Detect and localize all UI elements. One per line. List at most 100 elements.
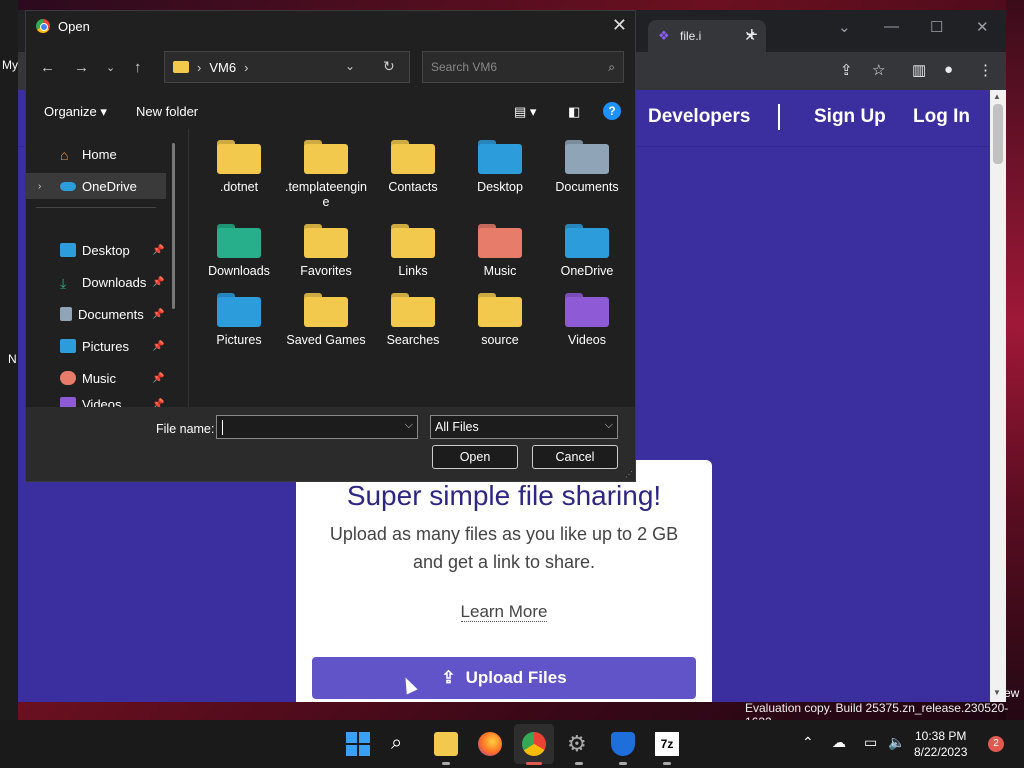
file-item[interactable]: source	[457, 282, 543, 348]
file-item[interactable]: Videos	[544, 282, 630, 348]
search-box[interactable]: Search VM6 ⌕	[422, 51, 624, 83]
file-item[interactable]: Music	[457, 213, 543, 279]
file-item[interactable]: .templateengine	[283, 129, 369, 210]
file-name: OneDrive	[560, 264, 614, 278]
network-icon[interactable]: ▭	[864, 734, 877, 751]
new-folder-button[interactable]: New folder	[136, 104, 198, 119]
refresh-icon[interactable]: ↻	[383, 58, 395, 75]
desktop-label-1: My	[2, 58, 18, 72]
new-tab-icon[interactable]: +	[746, 24, 758, 47]
nav-item-music[interactable]: Music 📌	[26, 365, 166, 391]
folder-icon	[304, 224, 348, 258]
folder-icon	[173, 61, 189, 73]
nav-pane-scrollbar[interactable]	[172, 143, 175, 309]
minimize-icon[interactable]: —	[884, 18, 899, 35]
notification-badge[interactable]: 2	[988, 736, 1004, 752]
pane-splitter[interactable]	[188, 129, 189, 407]
maximize-icon[interactable]: ☐	[930, 18, 943, 36]
music-folder-icon	[478, 224, 522, 258]
file-explorer-icon[interactable]	[434, 732, 458, 756]
text-caret	[222, 420, 223, 435]
page-scrollbar[interactable]: ▲ ▼	[990, 90, 1006, 702]
file-type-select[interactable]: All Files ⌵	[430, 415, 618, 439]
organize-button[interactable]: Organize ▾	[44, 104, 107, 120]
onedrive-tray-icon[interactable]: ☁	[832, 734, 846, 751]
search-taskbar-icon[interactable]: ⌕	[391, 732, 415, 756]
file-item[interactable]: OneDrive	[544, 213, 630, 279]
folder-icon	[478, 293, 522, 327]
start-icon[interactable]	[346, 732, 370, 756]
address-bar[interactable]: › VM6 › ⌄ ↻	[164, 51, 410, 83]
share-icon[interactable]: ⇪	[840, 61, 853, 79]
file-item[interactable]: Searches	[370, 282, 456, 348]
nav-signup-link[interactable]: Sign Up	[814, 106, 886, 128]
cancel-button[interactable]: Cancel	[532, 445, 618, 469]
file-item[interactable]: Desktop	[457, 129, 543, 195]
tab-title: file.i	[680, 29, 702, 43]
menu-icon[interactable]: ⋮	[978, 61, 993, 79]
tab-search-icon[interactable]: ⌄	[838, 18, 851, 36]
nav-item-label: Downloads	[82, 274, 147, 290]
scroll-up-icon[interactable]: ▲	[993, 92, 1001, 101]
upload-files-label: Upload Files	[465, 668, 567, 687]
nav-item-pictures[interactable]: Pictures 📌	[26, 333, 166, 359]
open-button[interactable]: Open	[432, 445, 518, 469]
breadcrumb-chevron-2[interactable]: ›	[244, 60, 248, 75]
file-item[interactable]: Saved Games	[283, 282, 369, 348]
help-icon[interactable]: ?	[603, 102, 621, 120]
cloud-icon	[60, 181, 76, 191]
scroll-down-icon[interactable]: ▼	[993, 688, 1001, 697]
bookmark-star-icon[interactable]: ☆	[872, 61, 885, 79]
defender-running-indicator	[619, 762, 627, 765]
nav-login-link[interactable]: Log In	[913, 106, 970, 128]
file-item[interactable]: Favorites	[283, 213, 369, 279]
chrome-icon[interactable]	[522, 732, 546, 756]
settings-gear-icon[interactable]: ⚙	[567, 732, 591, 756]
pin-icon: 📌	[152, 308, 165, 320]
file-item[interactable]: Links	[370, 213, 456, 279]
forward-icon[interactable]: →	[74, 59, 89, 76]
file-item[interactable]: Downloads	[196, 213, 282, 279]
file-name-dropdown-icon[interactable]: ⌵	[405, 419, 413, 432]
wallpaper-right	[1006, 0, 1024, 720]
file-item[interactable]: Pictures	[196, 282, 282, 348]
view-options-icon[interactable]: ▤ ▾	[514, 104, 536, 120]
folder-icon	[391, 140, 435, 174]
close-window-icon[interactable]: ✕	[976, 18, 989, 36]
nav-developers-link[interactable]: Developers	[648, 106, 750, 128]
breadcrumb-vm6[interactable]: VM6	[209, 60, 236, 75]
recent-locations-icon[interactable]: ⌄	[106, 61, 115, 74]
nav-item-onedrive[interactable]: › OneDrive	[26, 173, 166, 199]
file-item[interactable]: Contacts	[370, 129, 456, 195]
file-item[interactable]: .dotnet	[196, 129, 282, 195]
folder-body	[217, 297, 261, 327]
volume-icon[interactable]: 🔈	[888, 734, 905, 751]
profile-icon[interactable]: ●	[944, 61, 953, 78]
resize-grip-icon[interactable]: ⋰	[625, 470, 633, 479]
file-item[interactable]: Documents	[544, 129, 630, 195]
folder-body	[478, 144, 522, 174]
upload-files-button[interactable]: ⇪ Upload Files	[312, 657, 696, 699]
nav-item-downloads[interactable]: ⤓ Downloads 📌	[26, 269, 166, 295]
firefox-icon[interactable]	[478, 732, 502, 756]
side-panel-icon[interactable]: ▥	[912, 61, 926, 79]
nav-item-desktop[interactable]: Desktop 📌	[26, 237, 166, 263]
nav-item-documents[interactable]: Documents 📌	[26, 301, 166, 327]
address-dropdown-icon[interactable]: ⌄	[345, 59, 355, 73]
nav-divider	[36, 207, 156, 208]
learn-more-link[interactable]: Learn More	[460, 602, 548, 622]
file-name-input[interactable]: ⌵	[216, 415, 418, 439]
scroll-thumb[interactable]	[993, 104, 1003, 164]
defender-shield-icon[interactable]	[611, 732, 635, 756]
tray-overflow-icon[interactable]: ⌃	[802, 734, 814, 751]
back-icon[interactable]: ←	[40, 59, 55, 76]
7zip-icon[interactable]: 7z	[655, 732, 679, 756]
expand-chevron-icon[interactable]: ›	[38, 181, 54, 192]
7zip-running-indicator	[663, 762, 671, 765]
clock[interactable]: 10:38 PM 8/22/2023	[914, 728, 967, 760]
dialog-close-icon[interactable]: ✕	[612, 15, 627, 36]
folder-body	[304, 297, 348, 327]
preview-pane-icon[interactable]: ◧	[568, 104, 580, 120]
nav-item-home[interactable]: ⌂ Home	[26, 141, 166, 167]
up-icon[interactable]: ↑	[134, 59, 142, 76]
